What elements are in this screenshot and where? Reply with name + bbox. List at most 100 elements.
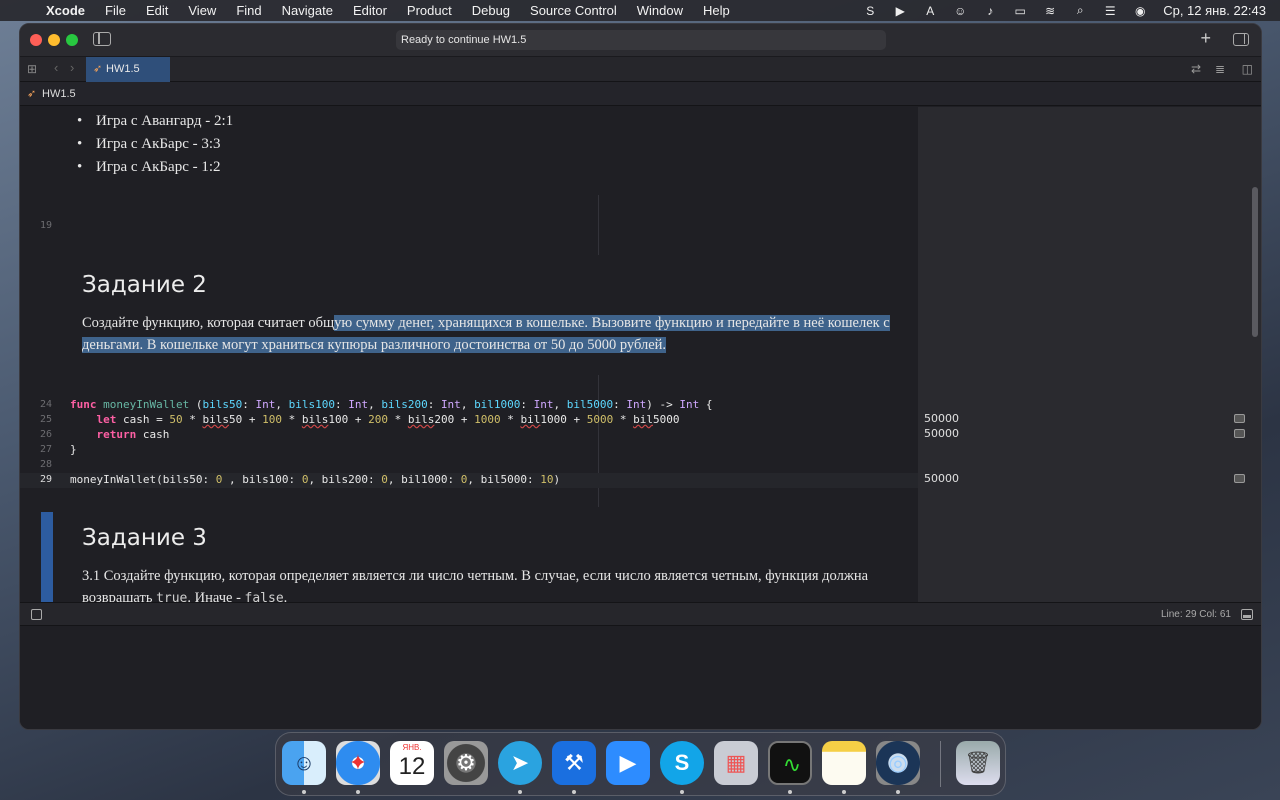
skype-icon[interactable]: S xyxy=(855,4,885,18)
battery-icon[interactable]: ▭ xyxy=(1005,4,1035,18)
menu-view[interactable]: View xyxy=(178,3,226,18)
menu-help[interactable]: Help xyxy=(693,3,740,18)
divider xyxy=(598,195,599,255)
task-2-description: Создайте функцию, которая считает общую … xyxy=(82,315,890,353)
running-indicator xyxy=(302,790,306,794)
telegram-icon[interactable]: ➤ xyxy=(498,741,542,785)
system-preferences-icon[interactable]: ⚙ xyxy=(444,741,488,785)
menu-debug[interactable]: Debug xyxy=(462,3,520,18)
line-number: 24 xyxy=(39,399,52,410)
result-value: 50000 xyxy=(924,472,959,485)
result-value: 50000 xyxy=(924,427,959,440)
source-editor[interactable]: Игра с Авангард - 2:1 Игра с АкБарс - 3:… xyxy=(20,107,918,602)
running-indicator xyxy=(518,790,522,794)
menu-source-control[interactable]: Source Control xyxy=(520,3,627,18)
calendar-icon[interactable]: ЯНВ. 12 xyxy=(390,741,434,785)
close-button[interactable] xyxy=(30,34,42,46)
line-number: 29 xyxy=(39,474,52,485)
dock: ☺ ✦ ЯНВ. 12 ⚙ ➤ ⚒ ▶ S ▦ ∿ ◎ 🗑 xyxy=(275,732,1006,796)
add-icon[interactable]: + xyxy=(1200,28,1211,49)
refresh-icon[interactable]: ⇄ xyxy=(1191,62,1201,76)
menu-editor[interactable]: Editor xyxy=(343,3,397,18)
status-area: S ▶ A ☺ ♪ ▭ ≋ ⌕ ☰ ◉ Ср, 12 янв. 22:43 xyxy=(855,0,1266,21)
title-bar: Ready to continue HW1.5 + xyxy=(20,24,1261,57)
scrollbar[interactable] xyxy=(1252,187,1258,337)
safari-icon[interactable]: ✦ xyxy=(336,741,380,785)
split-editor-icon[interactable]: ◫ xyxy=(1242,62,1253,76)
forward-arrow-icon[interactable]: › xyxy=(70,60,74,75)
trash-icon[interactable]: 🗑 xyxy=(956,741,1000,785)
quick-look-icon[interactable] xyxy=(1234,474,1245,483)
line-number: 27 xyxy=(39,444,52,455)
hide-debug-area-icon[interactable] xyxy=(1241,609,1253,620)
line-number: 26 xyxy=(39,429,52,440)
running-indicator xyxy=(842,790,846,794)
dock-separator xyxy=(940,741,941,787)
swift-icon: ➶ xyxy=(27,88,37,100)
code-line-close[interactable]: } xyxy=(70,443,77,456)
siri-icon[interactable]: ◉ xyxy=(1125,4,1155,18)
list-item: Игра с АкБарс - 3:3 xyxy=(77,136,220,153)
menu-window[interactable]: Window xyxy=(627,3,693,18)
control-center-icon[interactable]: ☰ xyxy=(1095,4,1125,18)
input-source-icon[interactable]: A xyxy=(915,4,945,18)
quick-look-icon[interactable] xyxy=(1234,414,1245,423)
calendar-month: ЯНВ. xyxy=(402,743,422,752)
list-item: Игра с АкБарс - 1:2 xyxy=(77,159,220,176)
tab-bar: ⊞ ‹ › ➶ HW1.5 ⇄ ≣ ◫ xyxy=(20,57,1261,82)
jump-bar[interactable]: ➶ HW1.5 xyxy=(20,82,1261,106)
activity-monitor-icon[interactable]: ∿ xyxy=(768,741,812,785)
section-marker xyxy=(41,512,53,602)
quick-look-icon[interactable] xyxy=(1234,429,1245,438)
line-number: 25 xyxy=(39,414,52,425)
run-checkbox[interactable] xyxy=(31,609,42,620)
navigator-toggle-icon[interactable] xyxy=(93,32,111,46)
xcode-window: Ready to continue HW1.5 + ⊞ ‹ › ➶ HW1.5 … xyxy=(19,23,1262,730)
back-arrow-icon[interactable]: ‹ xyxy=(54,60,58,75)
menu-product[interactable]: Product xyxy=(397,3,462,18)
heading-task-2: Задание 2 xyxy=(82,272,207,298)
related-items-icon[interactable]: ⊞ xyxy=(27,62,37,76)
line-number: 19 xyxy=(39,220,52,231)
notes-icon[interactable] xyxy=(822,741,866,785)
volume-icon[interactable]: ♪ xyxy=(975,4,1005,18)
zoom-icon[interactable]: ▶ xyxy=(606,741,650,785)
list-item: Игра с Авангард - 2:1 xyxy=(77,113,233,130)
code-line-let[interactable]: let cash = 50 * bils50 + 100 * bils100 +… xyxy=(70,413,680,426)
launchpad-icon[interactable]: ▦ xyxy=(714,741,758,785)
result-value: 50000 xyxy=(924,412,959,425)
user-icon[interactable]: ☺ xyxy=(945,4,975,18)
finder-icon[interactable]: ☺ xyxy=(282,741,326,785)
calendar-day: 12 xyxy=(398,753,426,780)
menu-find[interactable]: Find xyxy=(226,3,271,18)
activity-view: Ready to continue HW1.5 xyxy=(396,30,886,50)
results-sidebar: 50000 50000 50000 xyxy=(918,107,1261,602)
swift-icon: ➶ xyxy=(93,63,103,75)
inspector-toggle-icon[interactable] xyxy=(1233,33,1249,46)
menu-file[interactable]: File xyxy=(95,3,136,18)
quicktime-icon[interactable]: ◎ xyxy=(876,741,920,785)
minimize-button[interactable] xyxy=(48,34,60,46)
jumpbar-file[interactable]: HW1.5 xyxy=(42,88,76,100)
menu-edit[interactable]: Edit xyxy=(136,3,178,18)
menubar-clock[interactable]: Ср, 12 янв. 22:43 xyxy=(1155,3,1266,18)
menu-navigate[interactable]: Navigate xyxy=(272,3,343,18)
skype-app-icon[interactable]: S xyxy=(660,741,704,785)
tab-label: HW1.5 xyxy=(106,63,140,75)
editor-options-icon[interactable]: ≣ xyxy=(1215,62,1225,76)
xcode-icon[interactable]: ⚒ xyxy=(552,741,596,785)
console-area[interactable] xyxy=(20,626,1261,729)
wifi-icon[interactable]: ≋ xyxy=(1035,4,1065,18)
spotlight-icon[interactable]: ⌕ xyxy=(1065,3,1095,18)
running-indicator xyxy=(680,790,684,794)
tab-hw15[interactable]: ➶ HW1.5 xyxy=(86,57,170,82)
code-line-call[interactable]: moneyInWallet(bils50: 0 , bils100: 0, bi… xyxy=(70,473,560,486)
zoom-button[interactable] xyxy=(66,34,78,46)
menu-bar: Xcode File Edit View Find Navigate Edito… xyxy=(0,0,1280,21)
running-indicator xyxy=(788,790,792,794)
play-icon[interactable]: ▶ xyxy=(885,4,915,18)
code-line-func[interactable]: func moneyInWallet (bils50: Int, bils100… xyxy=(70,398,713,411)
code-line-return[interactable]: return cash xyxy=(70,428,170,441)
menu-app-xcode[interactable]: Xcode xyxy=(36,3,95,18)
heading-task-3: Задание 3 xyxy=(82,525,207,551)
